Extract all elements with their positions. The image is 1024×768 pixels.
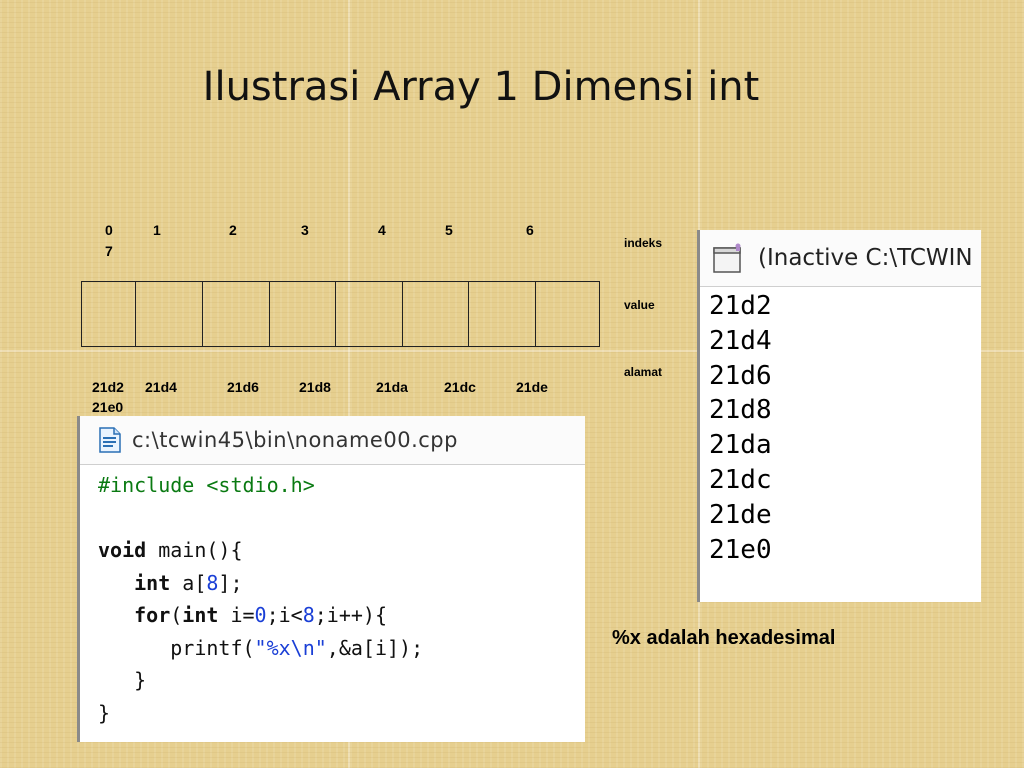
- console-titlebar[interactable]: (Inactive C:\TCWIN: [700, 230, 981, 287]
- array-cell: [82, 282, 136, 346]
- slide-title: Ilustrasi Array 1 Dimensi int: [202, 64, 760, 110]
- code-text-segment: (: [170, 603, 183, 627]
- code-text-segment: i=: [218, 603, 255, 627]
- console-output-line: 21d4: [709, 325, 772, 356]
- console-title: (Inactive C:\TCWIN: [758, 245, 973, 271]
- code-text-segment: a[: [170, 570, 207, 595]
- index-label-0: 0: [105, 222, 113, 238]
- code-string: "%x\n": [254, 635, 327, 660]
- index-label-2: 2: [229, 222, 237, 238]
- code-text[interactable]: #include <stdio.h> void main(){ int a[8]…: [80, 465, 585, 729]
- index-label-7: 7: [105, 243, 113, 259]
- console-output-line: 21d8: [709, 395, 772, 426]
- code-line-include: #include <stdio.h>: [98, 473, 315, 497]
- console-output-line: 21d6: [709, 360, 772, 391]
- code-text-segment: ;i<: [266, 603, 303, 627]
- hex-note: %x adalah hexadesimal: [612, 627, 836, 649]
- indeks-label: indeks: [624, 236, 663, 250]
- code-text-segment: printf(: [170, 635, 255, 660]
- console-output-line: 21dc: [709, 464, 772, 495]
- address-label-7: 21e0: [92, 399, 124, 415]
- array-cell: [536, 282, 599, 346]
- code-text-segment: main(){: [146, 538, 243, 562]
- array-cell: [336, 282, 403, 346]
- code-text-segment: }: [134, 668, 147, 692]
- code-number: 0: [254, 603, 267, 627]
- index-label-6: 6: [526, 222, 534, 238]
- code-editor-titlebar[interactable]: c:\tcwin45\bin\noname00.cpp: [80, 416, 585, 465]
- address-label-2: 21d6: [227, 379, 259, 395]
- array-cell: [403, 282, 469, 346]
- address-label-4: 21da: [376, 379, 408, 395]
- console-output-line: 21e0: [709, 534, 772, 565]
- alamat-label: alamat: [624, 365, 663, 379]
- console-output-line: 21da: [709, 430, 772, 461]
- code-text-segment: }: [98, 700, 111, 725]
- console-output-window[interactable]: (Inactive C:\TCWIN 21d2 21d4 21d6 21d8 2…: [697, 230, 981, 602]
- index-label-4: 4: [378, 222, 386, 238]
- index-label-3: 3: [301, 222, 309, 238]
- console-output-line: 21de: [709, 499, 772, 530]
- code-keyword: for: [134, 603, 171, 627]
- array-cell: [469, 282, 536, 346]
- console-window-icon: [713, 243, 741, 273]
- address-label-6: 21de: [516, 379, 548, 395]
- code-editor-title: c:\tcwin45\bin\noname00.cpp: [132, 428, 458, 452]
- address-label-1: 21d4: [145, 379, 177, 395]
- code-text-segment: ,&a[i]);: [326, 635, 424, 660]
- code-keyword: int: [182, 603, 219, 627]
- index-label-1: 1: [153, 222, 161, 238]
- code-editor-window[interactable]: c:\tcwin45\bin\noname00.cpp #include <st…: [77, 416, 585, 742]
- file-icon: [99, 427, 121, 453]
- value-label: value: [624, 298, 655, 312]
- array-cell: [136, 282, 203, 346]
- index-label-5: 5: [445, 222, 453, 238]
- array-cell: [270, 282, 336, 346]
- code-text-segment: ];: [218, 570, 243, 595]
- console-output: 21d2 21d4 21d6 21d8 21da 21dc 21de 21e0: [700, 287, 981, 567]
- console-output-line: 21d2: [709, 291, 772, 321]
- address-label-3: 21d8: [299, 379, 331, 395]
- address-label-0: 21d2: [92, 379, 124, 395]
- code-keyword: void: [98, 538, 147, 562]
- address-label-5: 21dc: [444, 379, 476, 395]
- array-cell: [203, 282, 270, 346]
- array-cells: [81, 281, 600, 347]
- code-keyword: int: [134, 570, 171, 595]
- code-text-segment: ;i++){: [314, 603, 388, 627]
- code-number: 8: [302, 603, 315, 627]
- code-number: 8: [206, 570, 219, 595]
